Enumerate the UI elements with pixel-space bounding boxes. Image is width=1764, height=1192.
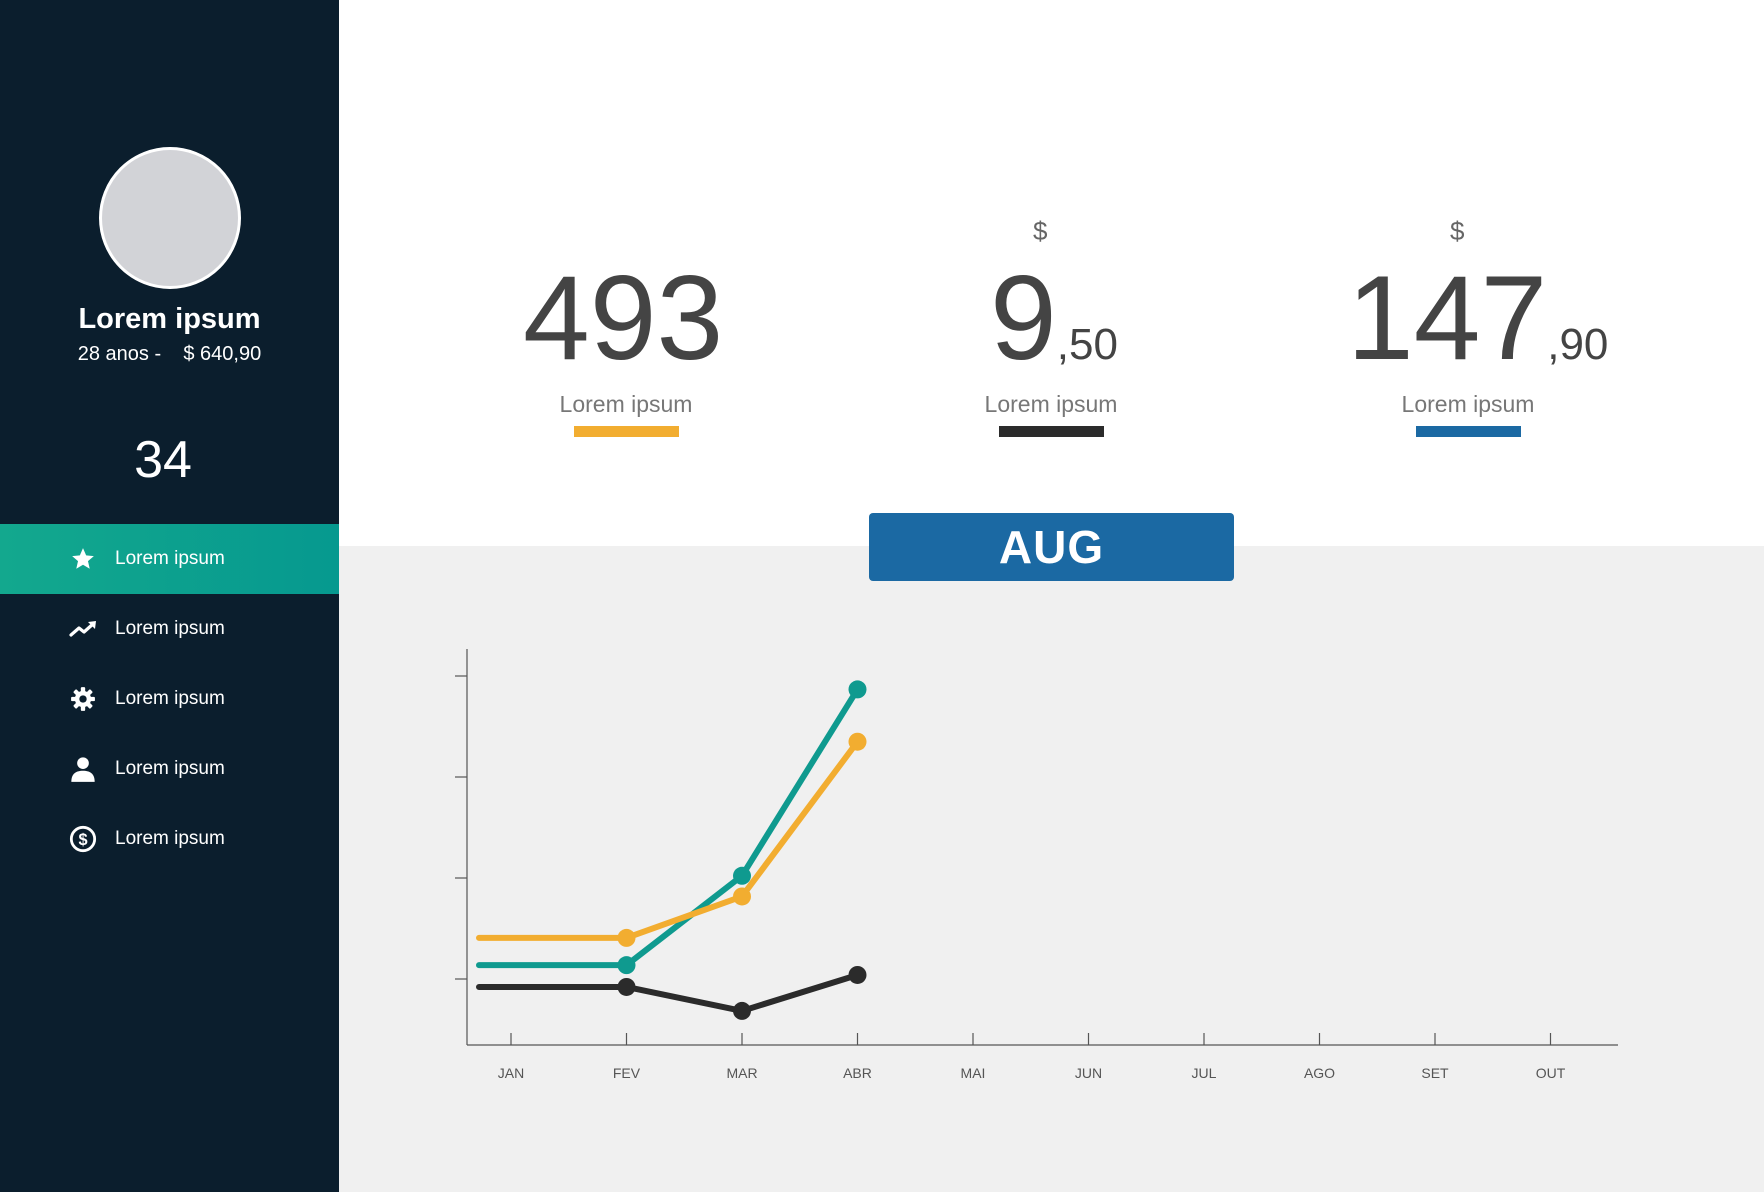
stat-color-bar bbox=[1416, 426, 1521, 437]
stat-value: 493 bbox=[523, 251, 724, 385]
data-point bbox=[733, 887, 751, 906]
x-tick-label: JUL bbox=[1192, 1065, 1217, 1081]
dollar-icon: $ bbox=[69, 825, 97, 853]
series-line bbox=[476, 738, 861, 941]
x-tick-label: JAN bbox=[498, 1065, 524, 1081]
sidebar-item-finance[interactable]: $ Lorem ipsum bbox=[0, 804, 339, 874]
stat-value-group: 147,90 bbox=[1347, 258, 1608, 378]
x-tick-label: AGO bbox=[1304, 1065, 1335, 1081]
avatar[interactable] bbox=[99, 147, 241, 289]
data-point bbox=[733, 1001, 751, 1020]
x-tick-label: MAI bbox=[961, 1065, 986, 1081]
profile-count: 34 bbox=[134, 431, 192, 489]
sidebar-item-label: Lorem ipsum bbox=[115, 548, 225, 569]
user-icon bbox=[69, 755, 97, 783]
stat-value-group: 9,50 bbox=[990, 258, 1118, 378]
stat-color-bar bbox=[999, 426, 1104, 437]
sidebar-item-settings[interactable]: Lorem ipsum bbox=[0, 664, 339, 734]
x-tick-label: SET bbox=[1421, 1065, 1449, 1081]
x-tick-label: FEV bbox=[613, 1065, 641, 1081]
gear-icon bbox=[69, 685, 97, 713]
stat-value: 9 bbox=[990, 251, 1057, 385]
data-point bbox=[617, 928, 636, 947]
sidebar-item-profile[interactable]: Lorem ipsum bbox=[0, 734, 339, 804]
data-point bbox=[733, 866, 751, 885]
sidebar-item-label: Lorem ipsum bbox=[115, 828, 225, 849]
stat-label: Lorem ipsum bbox=[984, 391, 1118, 417]
profile-name: Lorem ipsum bbox=[78, 303, 261, 335]
sidebar-item-label: Lorem ipsum bbox=[115, 688, 225, 709]
stat-currency: $ bbox=[1450, 216, 1465, 246]
stat-cents: ,50 bbox=[1056, 320, 1118, 369]
sidebar-item-label: Lorem ipsum bbox=[115, 618, 225, 639]
data-point bbox=[848, 680, 867, 699]
star-icon bbox=[69, 545, 97, 573]
sidebar: Lorem ipsum 28 anos - $ 640,90 34 Lorem … bbox=[0, 0, 339, 1192]
sidebar-item-favorites[interactable]: Lorem ipsum bbox=[0, 524, 339, 594]
x-tick-label: MAR bbox=[726, 1065, 757, 1081]
stat-cents: ,90 bbox=[1547, 320, 1609, 369]
data-point bbox=[617, 977, 636, 996]
sidebar-item-trends[interactable]: Lorem ipsum bbox=[0, 594, 339, 664]
x-tick-label: JUN bbox=[1075, 1065, 1102, 1081]
stat-label: Lorem ipsum bbox=[559, 391, 693, 417]
stat-color-bar bbox=[574, 426, 679, 437]
data-point bbox=[617, 956, 636, 975]
sidebar-menu: Lorem ipsum Lorem ipsum Lorem ipsum Lore… bbox=[0, 524, 339, 874]
series-line bbox=[476, 971, 861, 1014]
stat-currency: $ bbox=[1033, 216, 1048, 246]
line-chart: JAN FEV MAR ABR MAI JUN JUL AGO SET OUT bbox=[455, 649, 1618, 1081]
svg-text:$: $ bbox=[78, 831, 87, 849]
x-tick-label: OUT bbox=[1536, 1065, 1566, 1081]
profile-meta: 28 anos - $ 640,90 bbox=[0, 343, 339, 366]
data-point bbox=[848, 732, 867, 751]
sidebar-item-label: Lorem ipsum bbox=[115, 758, 225, 779]
stat-label: Lorem ipsum bbox=[1401, 391, 1535, 417]
trend-icon bbox=[69, 615, 97, 643]
data-point bbox=[848, 965, 867, 984]
profile-age: 28 anos - bbox=[77, 343, 162, 365]
profile-balance: $ 640,90 bbox=[183, 343, 262, 365]
stat-value: 147 bbox=[1347, 251, 1548, 385]
x-tick-label: ABR bbox=[843, 1065, 872, 1081]
